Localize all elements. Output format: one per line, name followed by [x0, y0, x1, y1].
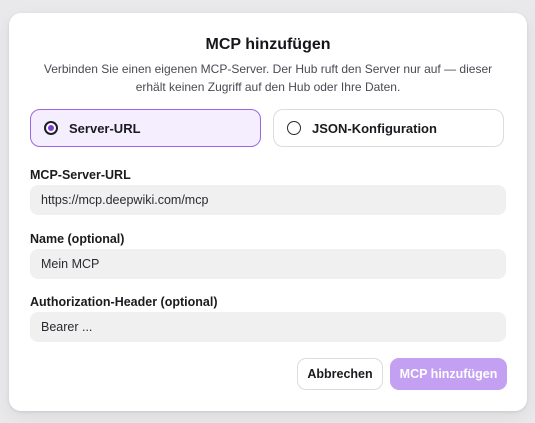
mode-option-json-config[interactable]: JSON-Konfiguration	[273, 109, 504, 147]
dialog-title: MCP hinzufügen	[205, 36, 331, 53]
mode-option-server-url[interactable]: Server-URL	[30, 109, 261, 147]
add-mcp-dialog: MCP hinzufügen Verbinden Sie einen eigen…	[9, 13, 527, 411]
radio-selected-icon	[44, 121, 58, 135]
server-url-input[interactable]	[30, 185, 506, 215]
name-input[interactable]	[30, 249, 506, 279]
add-mcp-button[interactable]: MCP hinzufügen	[390, 358, 507, 390]
server-url-label: MCP-Server-URL	[30, 168, 131, 182]
name-label: Name (optional)	[30, 232, 125, 246]
mode-option-label: JSON-Konfiguration	[312, 121, 437, 136]
auth-header-input[interactable]	[30, 312, 506, 342]
connection-mode-selector: Server-URL JSON-Konfiguration	[30, 109, 506, 149]
auth-header-label: Authorization-Header (optional)	[30, 295, 218, 309]
cancel-button[interactable]: Abbrechen	[297, 358, 383, 390]
dialog-description: Verbinden Sie einen eigenen MCP-Server. …	[43, 62, 493, 94]
mode-option-label: Server-URL	[69, 121, 141, 136]
radio-unselected-icon	[287, 121, 301, 135]
